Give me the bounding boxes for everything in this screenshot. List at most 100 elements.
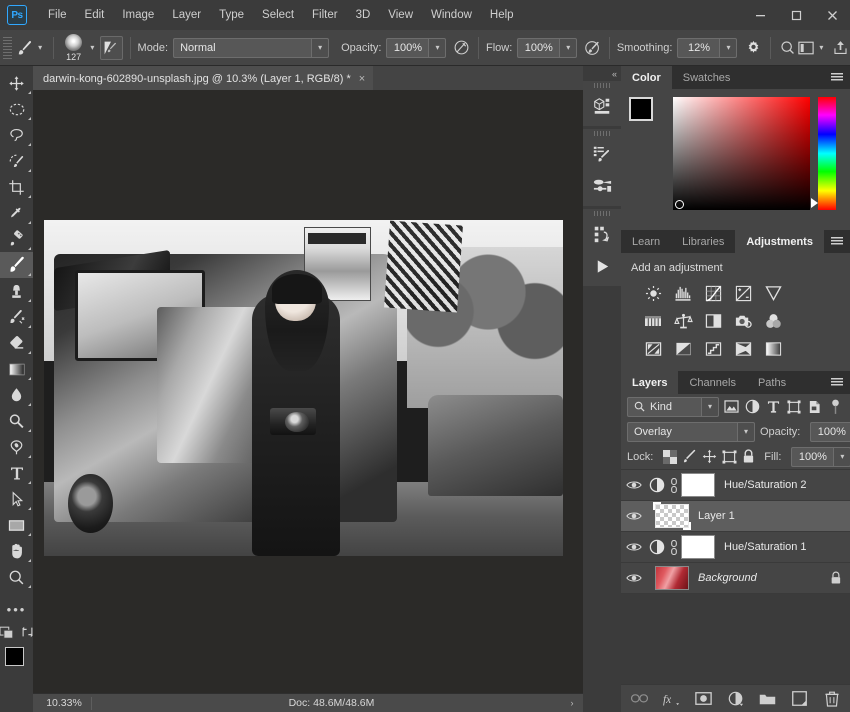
actions-panel-icon[interactable] [583,218,621,250]
new-layer-icon[interactable] [791,690,808,707]
path-selection-tool[interactable] [0,486,33,512]
menu-window[interactable]: Window [422,0,481,30]
invert-icon[interactable] [673,339,693,359]
menu-3d[interactable]: 3D [347,0,380,30]
brush-preview[interactable]: 127 [61,33,86,63]
history-brush-tool[interactable] [0,304,33,330]
color-balance-icon[interactable] [673,311,693,331]
table-row[interactable]: Hue/Saturation 2 [621,470,850,501]
layer-mask-thumbnail[interactable] [681,535,715,559]
play-action-icon[interactable] [583,250,621,282]
blur-tool[interactable] [0,382,33,408]
lock-position-icon[interactable] [702,448,717,466]
blend-mode-dropdown[interactable]: Normal ▾ [173,37,330,58]
type-layer-filter-icon[interactable] [765,397,782,417]
pen-tool[interactable] [0,434,33,460]
lock-artboard-icon[interactable] [722,448,737,466]
adjustments-panel-menu-icon[interactable] [828,230,846,253]
menu-image[interactable]: Image [113,0,163,30]
layer-name[interactable]: Hue/Saturation 1 [724,541,842,553]
collapse-panels-icon[interactable]: « [583,66,621,81]
menu-help[interactable]: Help [481,0,523,30]
layer-name[interactable]: Layer 1 [698,510,842,522]
rail-grip[interactable] [583,129,621,138]
pixel-layer-filter-icon[interactable] [723,397,740,417]
eraser-tool[interactable] [0,330,33,356]
move-tool[interactable] [0,70,33,96]
posterize-icon[interactable] [703,339,723,359]
tab-learn[interactable]: Learn [621,230,672,253]
flow-dropdown[interactable]: 100% ▾ [517,37,578,58]
options-bar-grip[interactable] [3,36,12,59]
hand-tool[interactable] [0,538,33,564]
adjustment-layer-filter-icon[interactable] [744,397,761,417]
rail-grip[interactable] [583,81,621,90]
layers-panel-menu-icon[interactable] [828,371,846,394]
gradient-map-icon[interactable] [763,339,783,359]
menu-select[interactable]: Select [253,0,303,30]
menu-type[interactable]: Type [210,0,253,30]
levels-icon[interactable] [673,283,693,303]
3d-panel-icon[interactable] [583,90,621,122]
tab-color[interactable]: Color [621,66,672,89]
smoothing-dropdown[interactable]: 12% ▾ [677,37,738,58]
marquee-tool[interactable] [0,96,33,122]
canvas-area[interactable] [33,90,583,693]
gear-icon[interactable] [744,37,763,59]
rectangle-tool[interactable] [0,512,33,538]
airbrush-icon[interactable] [583,37,602,59]
table-row[interactable]: Layer 1 [621,501,850,532]
close-icon[interactable]: × [359,73,365,85]
menu-layer[interactable]: Layer [163,0,210,30]
table-row[interactable]: Hue/Saturation 1 [621,532,850,563]
layer-name[interactable]: Hue/Saturation 2 [724,479,842,491]
vibrance-icon[interactable] [763,283,783,303]
color-lookup-icon[interactable] [643,339,663,359]
menu-filter[interactable]: Filter [303,0,347,30]
quick-selection-tool[interactable] [0,148,33,174]
brush-settings-caret[interactable]: ▾ [86,43,98,52]
foreground-color-swatch[interactable] [5,647,24,666]
lock-image-icon[interactable] [682,448,697,466]
hue-slider[interactable] [811,97,836,210]
black-white-icon[interactable] [703,311,723,331]
lasso-tool[interactable] [0,122,33,148]
curves-icon[interactable] [703,283,723,303]
mask-link-icon[interactable] [667,477,681,493]
tab-channels[interactable]: Channels [678,371,747,394]
tab-swatches[interactable]: Swatches [671,66,742,89]
zoom-tool[interactable] [0,564,33,590]
document-tab[interactable]: darwin-kong-602890-unsplash.jpg @ 10.3% … [33,66,374,90]
layer-style-icon[interactable]: fx [663,690,680,707]
exposure-icon[interactable] [733,283,753,303]
layer-mask-icon[interactable] [695,690,712,707]
layer-fill-dropdown[interactable]: 100% ▾ [791,446,850,467]
color-panel-swatches[interactable] [629,97,666,134]
menu-edit[interactable]: Edit [76,0,114,30]
gradient-tool[interactable] [0,356,33,382]
table-row[interactable]: Background [621,563,850,594]
layer-visibility-icon[interactable] [621,510,647,522]
brush-panel-toggle[interactable] [100,35,123,60]
brush-tool-icon[interactable] [16,37,35,59]
tab-libraries[interactable]: Libraries [671,230,736,253]
lock-icon[interactable] [830,571,842,585]
new-adjustment-layer-icon[interactable] [727,690,744,707]
status-expand-icon[interactable]: › [561,698,583,708]
hue-saturation-icon[interactable] [643,311,663,331]
channel-mixer-icon[interactable] [763,311,783,331]
foreground-background-color[interactable] [0,644,34,682]
lock-transparency-icon[interactable] [663,448,678,466]
tab-paths[interactable]: Paths [746,371,798,394]
zoom-level[interactable]: 10.33% [33,697,91,709]
search-icon[interactable] [778,37,797,59]
brightness-contrast-icon[interactable] [643,283,663,303]
brush-presets-icon[interactable] [583,170,621,202]
rail-grip[interactable] [583,209,621,218]
menu-file[interactable]: File [39,0,76,30]
opacity-dropdown[interactable]: 100% ▾ [386,37,447,58]
shape-layer-filter-icon[interactable] [785,397,802,417]
share-icon[interactable] [831,37,850,59]
layer-visibility-icon[interactable] [621,541,647,553]
brush-tool[interactable] [0,252,33,278]
